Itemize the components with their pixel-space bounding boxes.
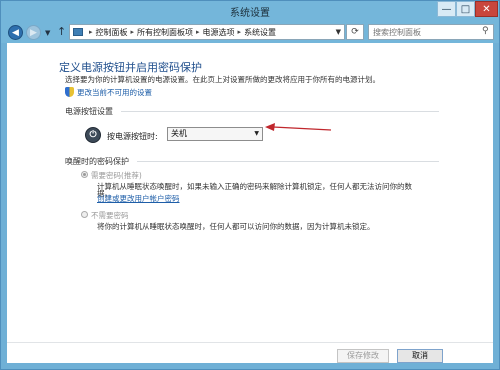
uac-shield-icon — [65, 87, 74, 97]
breadcrumb-separator-icon: ▸ — [196, 28, 200, 36]
arrow-left-icon: ◀ — [12, 27, 19, 38]
power-icon: ⏻ — [85, 127, 101, 143]
maximize-button[interactable]: □ — [456, 1, 475, 17]
breadcrumb-separator-icon: ▸ — [89, 28, 93, 36]
close-button[interactable]: ✕ — [475, 1, 498, 17]
minimize-button[interactable]: — — [437, 1, 456, 17]
chevron-down-icon: ▼ — [254, 130, 259, 137]
annotation-arrow — [265, 123, 332, 131]
navigation-bar: ◀ ▶ ▼ ↑ ▸ 控制面板 ▸ 所有控制面板项 ▸ 电源选项 ▸ 系统设置 ▼… — [1, 21, 499, 43]
forward-button[interactable]: ▶ — [26, 25, 41, 40]
power-action-value: 关机 — [171, 129, 187, 138]
footer-divider — [7, 342, 493, 343]
section-divider — [121, 111, 439, 112]
window-title: 系统设置 — [230, 8, 270, 19]
no-password-description: 将你的计算机从睡眠状态唤醒时，任何人都可以访问你的数据，因为计算机未锁定。 — [97, 222, 375, 231]
back-button[interactable]: ◀ — [8, 25, 23, 40]
title-bar: 系统设置 — □ ✕ — [1, 1, 499, 21]
cancel-button[interactable]: 取消 — [397, 349, 443, 363]
no-password-label: 不需要密码 — [91, 211, 129, 220]
require-password-description-line1: 计算机从睡眠状态唤醒时，如果未输入正确的密码来解除计算机锁定，任何人都无法访问你… — [97, 182, 412, 191]
refresh-icon: ⟳ — [351, 27, 359, 37]
breadcrumb-control-panel[interactable]: 控制面板 — [96, 27, 128, 38]
power-button-label: 按电源按钮时: — [107, 132, 158, 141]
control-panel-icon — [73, 28, 83, 36]
arrow-up-icon: ↑ — [57, 25, 67, 38]
require-password-label: 需要密码(推荐) — [91, 171, 142, 180]
page-description: 选择要为你的计算机设置的电源设置。在此页上对设置所做的更改将应用于你所有的电源计… — [65, 75, 380, 84]
breadcrumb-separator-icon: ▸ — [130, 28, 135, 36]
require-password-radio[interactable] — [81, 171, 88, 178]
arrow-right-icon: ▶ — [30, 27, 37, 38]
change-settings-link[interactable]: 更改当前不可用的设置 — [77, 87, 152, 98]
create-password-link[interactable]: 创建或更改用户帐户密码 — [97, 193, 180, 204]
breadcrumb-separator-icon: ▸ — [237, 28, 242, 36]
refresh-button[interactable]: ⟳ — [346, 24, 364, 40]
section-divider — [137, 161, 439, 162]
power-button-section-heading: 电源按钮设置 — [65, 107, 113, 116]
main-content: 定义电源按钮并启用密码保护 选择要为你的计算机设置的电源设置。在此页上对设置所做… — [7, 43, 493, 363]
no-password-radio[interactable] — [81, 211, 88, 218]
search-input[interactable] — [368, 24, 494, 40]
breadcrumb-power-options[interactable]: 电源选项 — [203, 27, 235, 38]
power-action-select[interactable]: 关机 ▼ — [167, 127, 263, 141]
address-dropdown-icon[interactable]: ▼ — [336, 28, 341, 36]
breadcrumb-system-settings[interactable]: 系统设置 — [244, 27, 276, 38]
save-changes-button[interactable]: 保存修改 — [337, 349, 389, 363]
wake-password-section-heading: 唤醒时的密码保护 — [65, 157, 129, 166]
address-bar[interactable]: ▸ 控制面板 ▸ 所有控制面板项 ▸ 电源选项 ▸ 系统设置 ▼ — [69, 24, 345, 40]
page-title: 定义电源按钮并启用密码保护 — [59, 61, 202, 74]
breadcrumb-all-items[interactable]: 所有控制面板项 — [137, 27, 193, 38]
history-dropdown-icon[interactable]: ▼ — [45, 29, 50, 37]
search-icon[interactable]: ⚲ — [482, 26, 489, 36]
up-button[interactable]: ↑ — [57, 25, 66, 38]
control-panel-window: 系统设置 — □ ✕ ◀ ▶ ▼ ↑ ▸ 控制面板 ▸ 所有控制面板项 ▸ 电源… — [0, 0, 500, 370]
